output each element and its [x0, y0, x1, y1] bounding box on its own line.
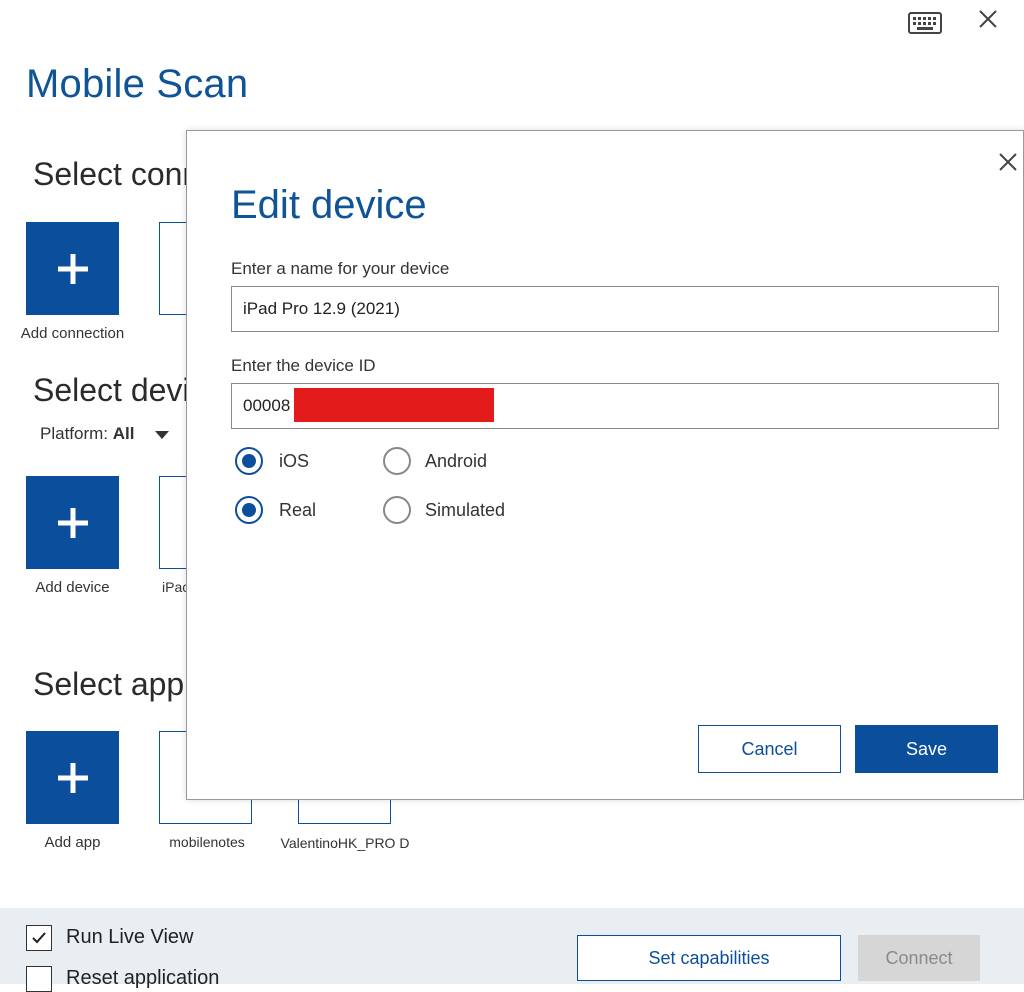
platform-label: Platform: — [40, 424, 109, 443]
radio-real[interactable] — [235, 496, 263, 524]
add-app-button[interactable] — [26, 731, 119, 824]
radio-android[interactable] — [383, 447, 411, 475]
checkmark-icon — [32, 932, 46, 944]
close-icon[interactable] — [997, 151, 1019, 173]
run-live-view-checkbox[interactable] — [26, 925, 52, 951]
redaction-block — [294, 388, 494, 422]
device-id-label: Enter the device ID — [231, 356, 376, 375]
close-icon[interactable] — [975, 6, 1001, 32]
cancel-button[interactable]: Cancel — [698, 725, 841, 773]
plus-icon — [57, 762, 88, 793]
connect-button[interactable]: Connect — [858, 935, 980, 981]
device-id-input[interactable]: 00008 — [231, 383, 999, 429]
save-button[interactable]: Save — [855, 725, 998, 773]
device-name-label: Enter a name for your device — [231, 259, 450, 278]
reset-application-label: Reset application — [66, 967, 220, 989]
section-title-connection: Select conn — [33, 156, 201, 192]
app-tile-label: ValentinoHK_PRO D — [280, 835, 410, 851]
add-app-label: Add app — [44, 834, 101, 851]
add-device-label: Add device — [35, 579, 110, 596]
section-title-device: Select devi — [33, 372, 190, 408]
plus-icon — [57, 253, 88, 284]
add-connection-button[interactable] — [26, 222, 119, 315]
add-connection-label: Add connection — [20, 325, 125, 342]
dialog-title: Edit device — [231, 183, 427, 227]
keyboard-icon[interactable] — [908, 12, 942, 34]
radio-real-label: Real — [279, 500, 317, 520]
run-live-view-label: Run Live View — [66, 926, 194, 948]
device-name-input[interactable]: iPad Pro 12.9 (2021) — [231, 286, 999, 332]
edit-device-dialog: Edit device Enter a name for your device… — [186, 130, 1024, 800]
device-id-value: 00008 — [243, 396, 291, 415]
set-capabilities-button[interactable]: Set capabilities — [577, 935, 841, 981]
device-name-value: iPad Pro 12.9 (2021) — [243, 299, 400, 318]
radio-simulated[interactable] — [383, 496, 411, 524]
radio-simulated-label: Simulated — [425, 500, 506, 520]
app-tile-label: mobilenotes — [169, 834, 245, 850]
section-title-application: Select appl — [33, 666, 192, 702]
app-title: Mobile Scan — [26, 62, 249, 106]
platform-filter[interactable]: Platform: All — [40, 424, 170, 444]
platform-value: All — [112, 424, 135, 443]
plus-icon — [57, 507, 88, 538]
radio-ios-label: iOS — [279, 451, 310, 471]
reset-application-checkbox[interactable] — [26, 966, 52, 992]
radio-ios[interactable] — [235, 447, 263, 475]
chevron-down-icon — [155, 430, 170, 439]
add-device-button[interactable] — [26, 476, 119, 569]
radio-android-label: Android — [425, 451, 488, 471]
